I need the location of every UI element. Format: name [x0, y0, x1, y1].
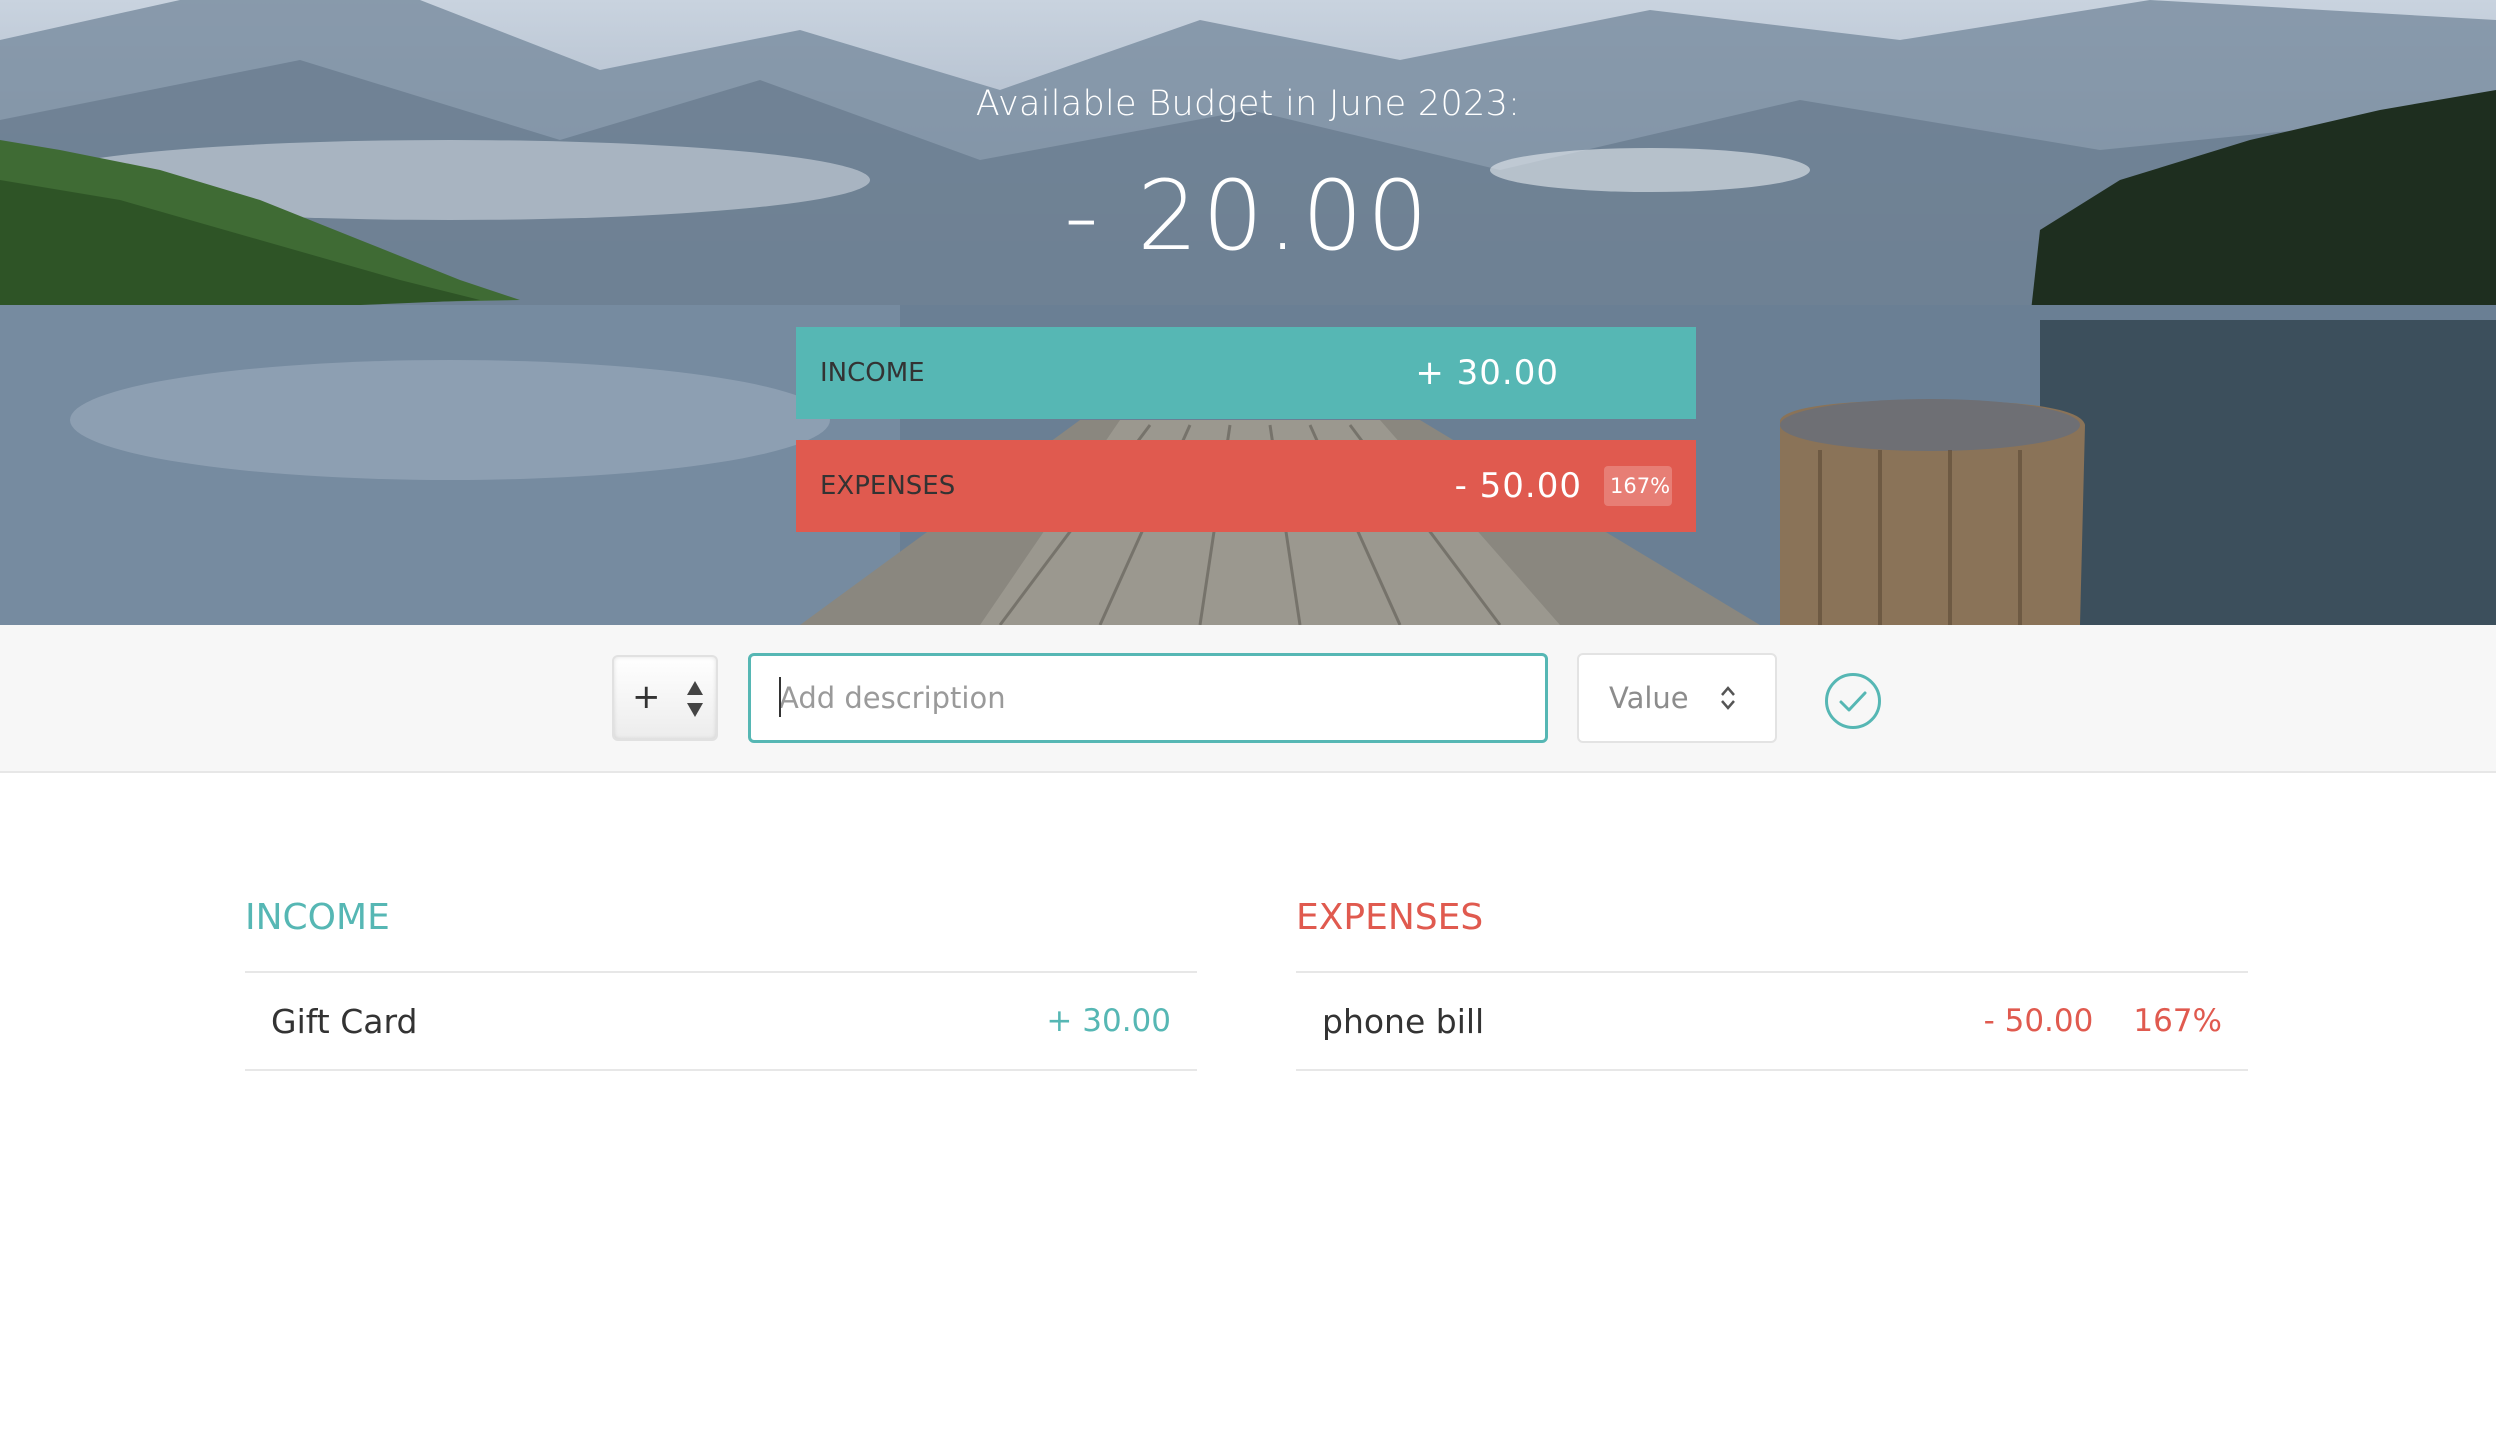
expenses-list: EXPENSES phone bill - 50.00 167% [1296, 895, 2248, 1071]
item-description: phone bill [1322, 1001, 1485, 1041]
type-select-value: + [632, 677, 661, 717]
hero-banner: Available Budget in June 2023: - 20.00 I… [0, 0, 2496, 625]
item-percentage: 167% [2133, 1003, 2222, 1039]
type-select[interactable]: + [612, 655, 718, 741]
description-input[interactable] [748, 653, 1548, 743]
budget-title: Available Budget in June 2023: [975, 84, 1521, 124]
income-summary-label: INCOME [820, 358, 925, 388]
select-arrows-icon [687, 681, 703, 717]
value-input[interactable] [1577, 653, 1777, 743]
income-list-title: INCOME [245, 895, 1197, 973]
income-summary: INCOME + 30.00 [796, 327, 1696, 419]
expenses-summary: EXPENSES - 50.00 167% [796, 440, 1696, 532]
available-budget-value: - 20.00 [1064, 160, 1432, 272]
income-summary-value: + 30.00 [1415, 353, 1559, 393]
number-spinner-icon[interactable] [1718, 683, 1738, 713]
income-list: INCOME Gift Card + 30.00 [245, 895, 1197, 1071]
expenses-summary-value: - 50.00 [1454, 466, 1582, 506]
expenses-percentage-badge: 167% [1604, 466, 1672, 506]
expenses-list-title: EXPENSES [1296, 895, 2248, 973]
item-description: Gift Card [271, 1001, 418, 1041]
text-cursor [779, 677, 781, 717]
list-item[interactable]: Gift Card + 30.00 [245, 973, 1197, 1071]
list-item[interactable]: phone bill - 50.00 167% [1296, 973, 2248, 1071]
check-circle-icon[interactable] [1824, 672, 1882, 730]
add-entry-bar: + [0, 625, 2496, 773]
item-value: - 50.00 [1983, 1003, 2094, 1039]
expenses-summary-label: EXPENSES [820, 471, 956, 501]
item-value: + 30.00 [1046, 1003, 1171, 1039]
